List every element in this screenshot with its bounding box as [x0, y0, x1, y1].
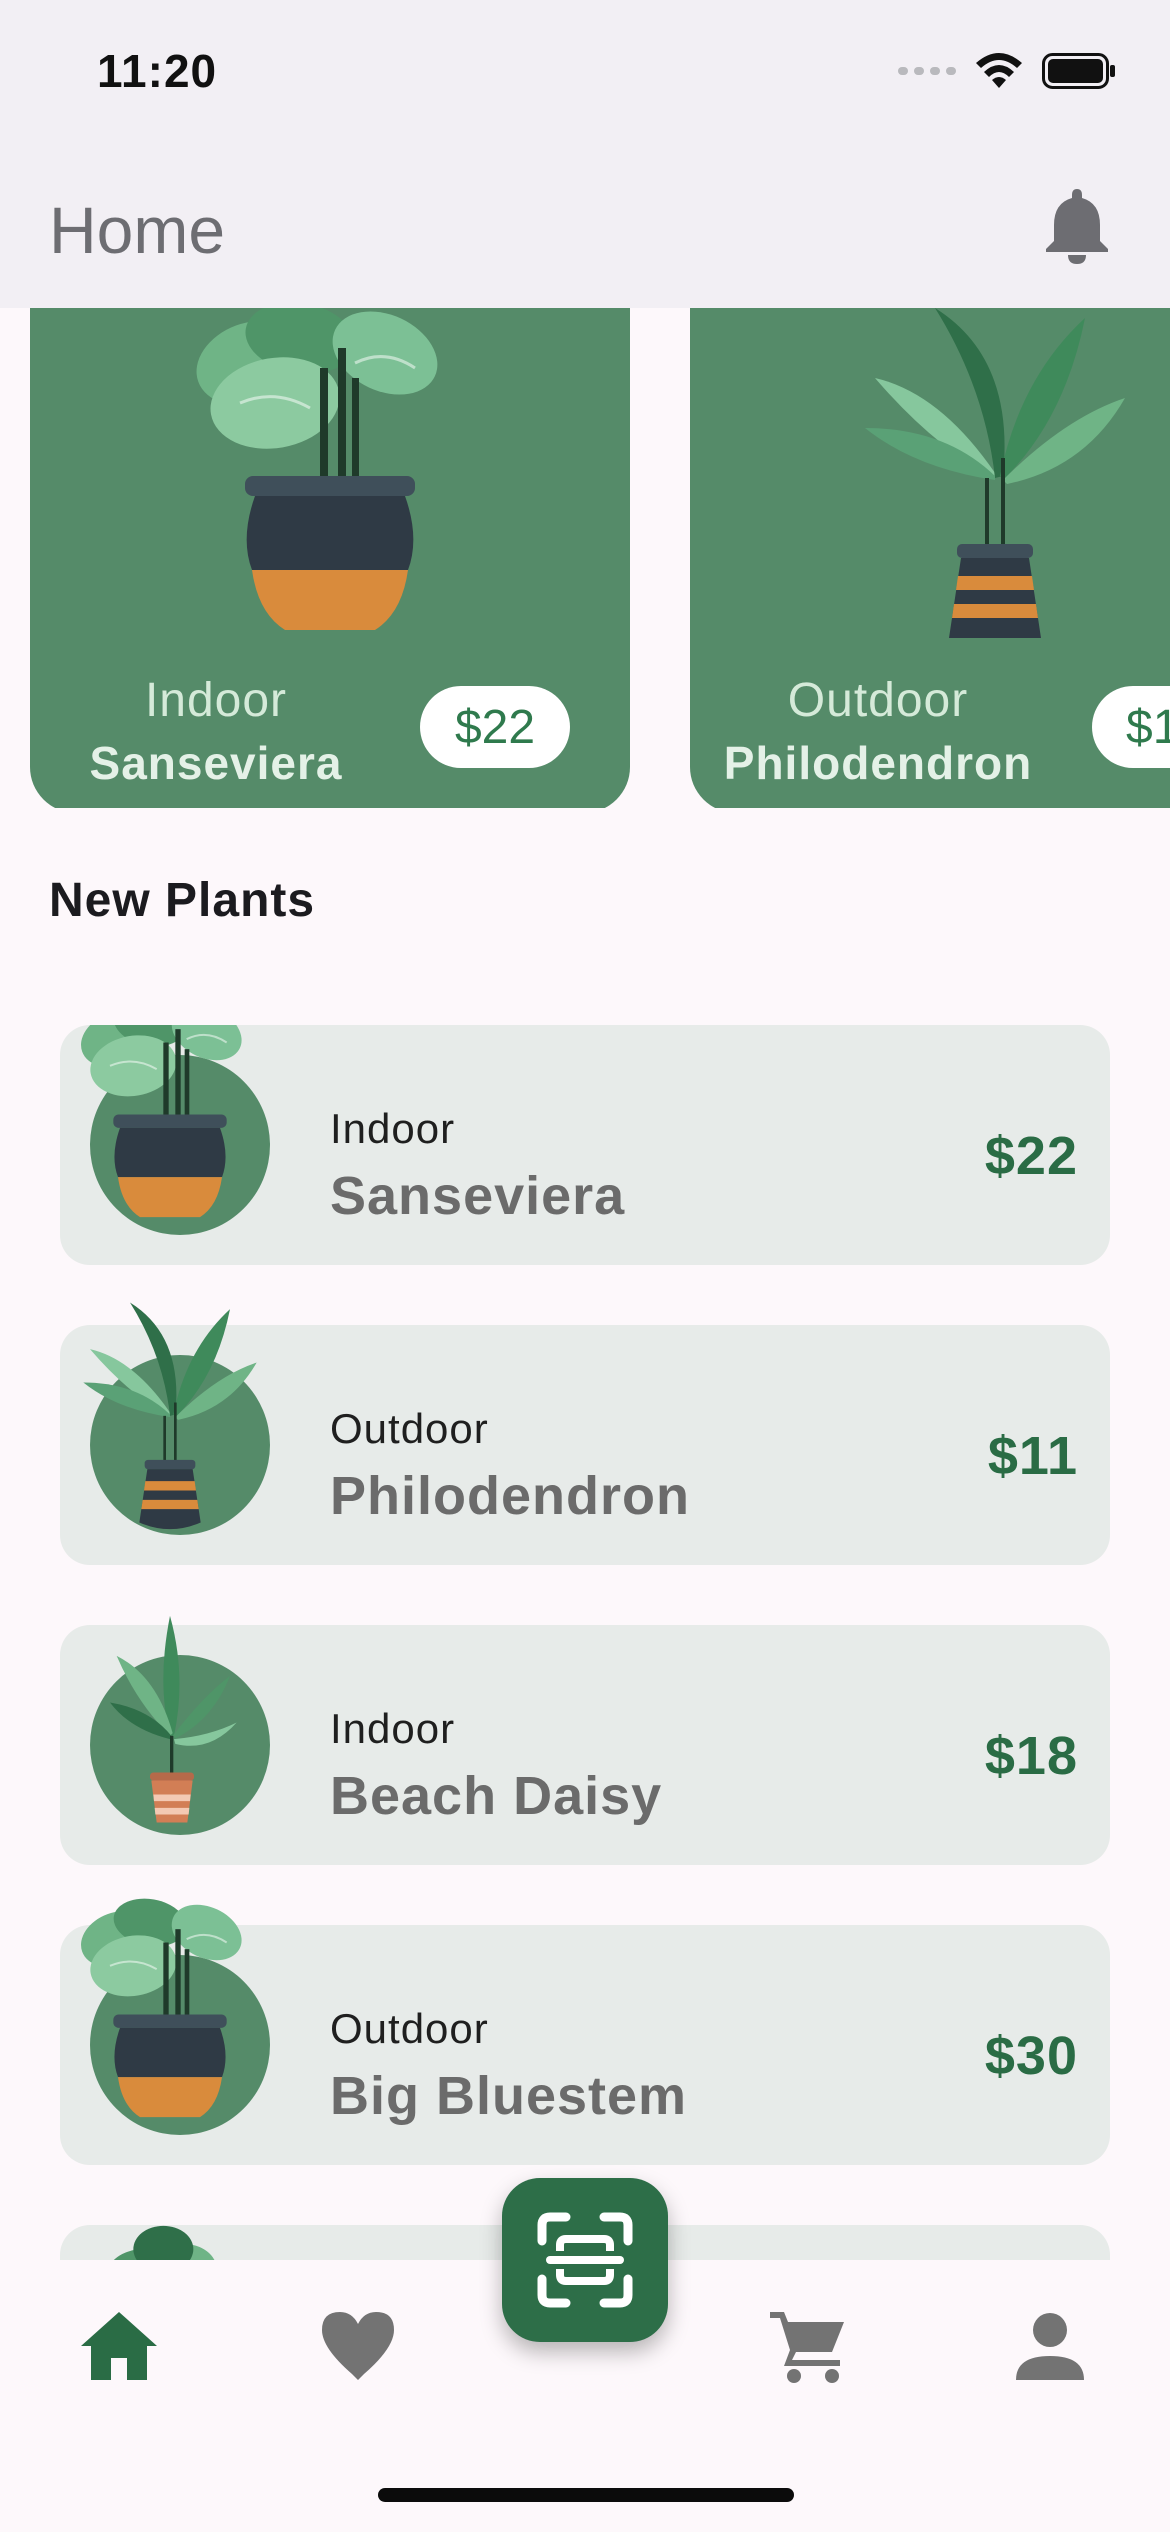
list-item[interactable]: Outdoor Philodendron $11: [60, 1302, 1110, 1565]
featured-name: Sanseviera: [89, 737, 343, 789]
featured-price-badge: $11: [1092, 686, 1170, 768]
bell-icon[interactable]: [1040, 185, 1114, 265]
plant-image: [72, 1892, 252, 2119]
item-price: $30: [984, 2026, 1078, 2086]
featured-category: Outdoor: [787, 674, 969, 727]
scan-icon: [537, 2212, 633, 2308]
wifi-icon: [976, 53, 1022, 88]
featured-price-badge: $22: [420, 686, 570, 768]
plant-image: [865, 308, 1125, 638]
plant-image: [183, 308, 453, 632]
cellular-signal-icon: [898, 67, 956, 75]
battery-icon: [1042, 53, 1115, 89]
cart-icon[interactable]: [766, 2304, 850, 2388]
scan-button[interactable]: [502, 2178, 668, 2342]
plant-image: [106, 2225, 217, 2260]
item-price: $22: [984, 1126, 1078, 1186]
featured-category: Indoor: [144, 674, 288, 727]
section-title: New Plants: [49, 874, 316, 927]
person-icon[interactable]: [1008, 2304, 1092, 2388]
home-icon[interactable]: [77, 2304, 161, 2388]
featured-name: Philodendron: [723, 737, 1033, 789]
new-plants-list[interactable]: Indoor Sanseviera $22 Outdoor Philodendr…: [0, 1025, 1170, 2260]
home-indicator: [378, 2488, 794, 2502]
item-name: Beach Daisy: [330, 1766, 663, 1826]
list-item[interactable]: Outdoor Big Bluestem $30: [60, 1892, 1110, 2165]
item-price: $11: [987, 1426, 1078, 1486]
item-name: Sanseviera: [330, 1166, 626, 1226]
plant-image: [83, 1302, 257, 1530]
featured-card[interactable]: Indoor Sanseviera $22: [30, 308, 630, 808]
item-category: Indoor: [330, 1105, 456, 1152]
status-time: 11:20: [97, 45, 218, 97]
heart-icon[interactable]: [316, 2304, 400, 2388]
list-item[interactable]: Indoor Beach Daisy $18: [60, 1615, 1110, 1865]
item-category: Outdoor: [330, 2005, 489, 2052]
item-price: $18: [984, 1726, 1078, 1786]
item-category: Outdoor: [330, 1405, 489, 1452]
item-name: Philodendron: [330, 1466, 690, 1526]
item-name: Big Bluestem: [330, 2066, 688, 2126]
list-item[interactable]: Indoor Sanseviera $22: [60, 1025, 1110, 1265]
status-icons: [898, 52, 1116, 90]
plant-image: [110, 1615, 237, 1823]
featured-carousel[interactable]: Indoor Sanseviera $22 Outdoor Philodendr…: [0, 308, 1170, 808]
item-category: Indoor: [330, 1705, 456, 1752]
featured-card[interactable]: Outdoor Philodendron $11: [690, 308, 1170, 808]
page-title: Home: [49, 193, 226, 267]
top-app-bar: 11:20 Home: [0, 0, 1170, 308]
plant-image: [72, 1025, 252, 1219]
